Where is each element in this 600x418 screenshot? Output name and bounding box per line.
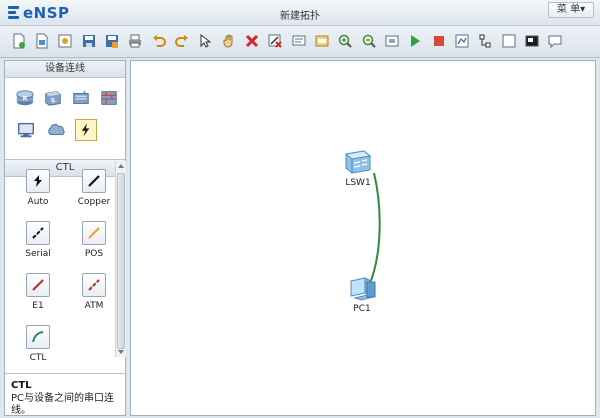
scroll-down-arrow-icon[interactable]: [118, 350, 124, 354]
e1-cable-icon: [32, 279, 44, 291]
scroll-up-arrow-icon[interactable]: [118, 164, 124, 168]
title-bar: eNSP 新建拓扑 菜 单▾: [0, 0, 600, 26]
cable-list-scrollbar[interactable]: [115, 161, 126, 357]
window-title: 新建拓扑: [280, 11, 320, 22]
copper-cable-icon: [88, 175, 100, 187]
cable-ctl[interactable]: CTL: [13, 325, 63, 377]
cable-pos[interactable]: POS: [69, 221, 119, 273]
undo-icon[interactable]: [149, 31, 168, 51]
cloud-device-icon[interactable]: [45, 119, 67, 141]
description-title: CTL: [11, 380, 32, 391]
description-text: PC与设备之间的串口连线。: [11, 393, 115, 415]
pc-icon: [350, 277, 376, 301]
cable-auto[interactable]: Auto: [13, 169, 63, 221]
auto-cable-icon: [34, 175, 42, 187]
capture-icon[interactable]: [453, 31, 472, 51]
node-pc1[interactable]: PC1: [347, 273, 377, 314]
save-as-icon[interactable]: [102, 31, 121, 51]
cable-label: POS: [84, 249, 104, 259]
router-device-icon[interactable]: R: [15, 87, 35, 109]
select-pointer-icon[interactable]: [196, 31, 215, 51]
new-example-icon[interactable]: [32, 31, 51, 51]
print-icon[interactable]: [126, 31, 145, 51]
menu-button[interactable]: 菜 单▾: [548, 2, 594, 18]
scroll-thumb[interactable]: [117, 173, 125, 349]
cable-label: Copper: [77, 197, 111, 207]
text-note-icon[interactable]: [289, 31, 308, 51]
cable-e1[interactable]: E1: [13, 273, 63, 325]
zoom-out-icon[interactable]: [359, 31, 378, 51]
fit-view-icon[interactable]: [383, 31, 402, 51]
terminal-icon[interactable]: [523, 31, 542, 51]
pos-cable-icon: [88, 227, 100, 239]
node-label: LSW1: [345, 178, 371, 188]
delete-icon[interactable]: [242, 31, 261, 51]
pc-device-icon[interactable]: [15, 119, 37, 141]
svg-text:R: R: [23, 96, 28, 103]
svg-text:S: S: [51, 98, 56, 105]
cable-label: E1: [32, 301, 44, 311]
save-icon[interactable]: [79, 31, 98, 51]
ctl-cable-icon: [32, 331, 44, 343]
topology-icon[interactable]: [476, 31, 495, 51]
chat-icon[interactable]: [546, 31, 565, 51]
cable-label: ATM: [84, 301, 104, 311]
stop-device-icon[interactable]: [429, 31, 448, 51]
node-label: PC1: [353, 304, 371, 314]
delete-all-links-icon[interactable]: [266, 31, 285, 51]
cable-copper[interactable]: Copper: [69, 169, 119, 221]
wlan-device-icon[interactable]: [71, 87, 91, 109]
device-panel: 设备连线 R S CTL Auto Copper Serial POS E1 A…: [4, 60, 126, 416]
cable-description: CTL PC与设备之间的串口连线。: [5, 373, 125, 415]
cable-label: Auto: [27, 197, 49, 207]
cable-label: Serial: [25, 249, 51, 259]
zoom-in-icon[interactable]: [336, 31, 355, 51]
hand-pan-icon[interactable]: [219, 31, 238, 51]
switch-icon: [344, 150, 372, 174]
grid-icon[interactable]: [499, 31, 518, 51]
new-topology-icon[interactable]: [9, 31, 28, 51]
topology-links: [369, 172, 381, 284]
atm-cable-icon: [88, 279, 100, 291]
redo-icon[interactable]: [172, 31, 191, 51]
node-lsw1[interactable]: LSW1: [343, 147, 373, 188]
serial-cable-icon: [32, 227, 44, 239]
firewall-device-icon[interactable]: [99, 87, 119, 109]
cable-atm[interactable]: ATM: [69, 273, 119, 325]
open-icon[interactable]: [56, 31, 75, 51]
switch-device-icon[interactable]: S: [43, 87, 63, 109]
cable-serial[interactable]: Serial: [13, 221, 63, 273]
toolbar: [0, 26, 600, 58]
palette-icon[interactable]: [312, 31, 331, 51]
device-categories: R S: [5, 78, 125, 160]
devices-header: 设备连线: [5, 61, 125, 78]
link-lsw1-pc1[interactable]: [369, 172, 381, 284]
cable-device-icon[interactable]: [75, 119, 97, 141]
cable-label: CTL: [29, 353, 47, 363]
topology-canvas[interactable]: LSW1 PC1: [130, 60, 596, 416]
start-device-icon[interactable]: [406, 31, 425, 51]
